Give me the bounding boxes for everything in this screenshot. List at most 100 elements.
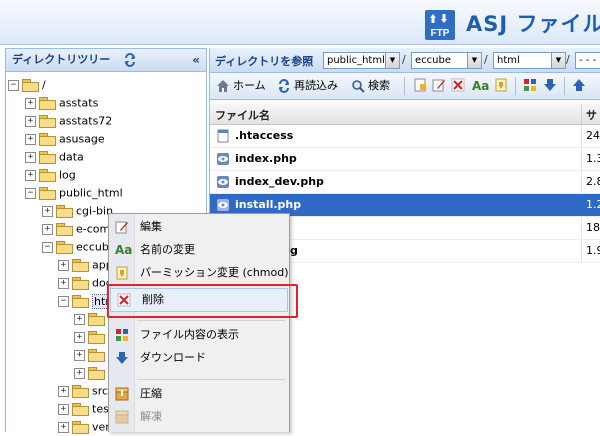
tree-node[interactable]: + src [58,382,108,399]
expand-toggle-icon[interactable]: + [42,223,53,235]
file-row[interactable]: index_dev.php 2.8 [210,171,600,194]
home-button[interactable]: ホーム [216,78,266,94]
permission-icon[interactable] [494,78,508,92]
expand-toggle-icon[interactable]: + [58,259,69,271]
dir-combo-2[interactable]: eccube ▼ [411,52,482,69]
expand-toggle-icon[interactable]: + [58,277,69,289]
edit-icon[interactable] [432,78,446,92]
file-row[interactable]: .htaccess 246 [210,125,600,148]
menu-item-view[interactable]: ファイル内容の表示 [109,324,289,346]
permission-icon [116,266,128,280]
expand-toggle-icon[interactable]: + [25,97,36,109]
toolbar: ホーム 再読込み 検索 Aa [210,73,600,100]
expand-toggle-icon[interactable]: + [42,205,53,217]
tree-node[interactable]: + log [25,166,76,183]
tree-node[interactable]: + app [58,256,113,273]
expand-toggle-icon[interactable]: + [58,403,69,415]
php-file-icon [217,199,229,211]
search-button[interactable]: 検索 [351,78,390,94]
menu-item-compress[interactable]: 圧縮 [109,383,289,405]
folder-icon [39,97,56,110]
reload-button[interactable]: 再読込み [277,78,338,94]
expand-toggle-icon[interactable]: + [74,367,85,379]
text-file-icon [217,129,229,143]
folder-icon [39,151,56,164]
file-grid-header: ファイル名 サ [210,104,600,125]
expand-toggle-icon[interactable]: + [25,169,36,181]
tree-panel-header: ディレクトリツリー « [6,49,206,72]
edit-icon [115,221,128,234]
tree-node[interactable]: − eccube [42,238,116,255]
chevron-down-icon[interactable]: ▼ [551,53,565,68]
collapse-panel-icon[interactable]: « [192,49,200,71]
folder-icon [56,205,73,218]
expand-toggle-icon[interactable]: + [74,349,85,361]
menu-separator [137,320,285,321]
refresh-tree-icon[interactable] [123,53,137,67]
tree-node[interactable]: + data [25,148,84,165]
upload-icon[interactable] [572,78,586,92]
path-separator: / [484,53,488,66]
tree-node[interactable]: + asusage [25,130,105,147]
tree-node[interactable]: − / [8,76,46,93]
column-size[interactable]: サ [586,107,597,123]
reload-icon [279,79,289,93]
folder-icon [88,367,105,380]
delete-icon[interactable] [451,78,465,92]
dir-combo-1[interactable]: public_html ▼ [323,52,400,69]
expand-toggle-icon[interactable]: + [25,115,36,127]
dir-combo-3[interactable]: html ▼ [493,52,566,69]
row-divider [581,240,582,262]
column-filename[interactable]: ファイル名 [215,107,270,123]
toolbar-divider [404,77,405,95]
menu-item-extract[interactable]: 解凍 [109,406,289,428]
view-icon[interactable] [523,78,537,92]
menu-item-chmod[interactable]: パーミッション変更 (chmod) [109,262,289,284]
expand-toggle-icon[interactable]: + [25,151,36,163]
chevron-down-icon[interactable]: ▼ [385,53,399,68]
rename-icon: Aa [115,243,133,257]
menu-item-rename[interactable]: Aa 名前の変更 [109,239,289,261]
app-title: ASJ ファイル [466,12,600,36]
folder-open-icon [39,187,56,200]
collapse-toggle-icon[interactable]: − [42,241,53,253]
php-file-icon [217,176,229,188]
tree-node[interactable]: + asstats [25,94,98,111]
highlight-annotation [107,284,298,318]
search-icon [352,80,365,93]
tree-node[interactable]: +t [74,328,112,345]
menu-item-download[interactable]: ダウンロード [109,347,289,369]
download-icon[interactable] [543,78,557,92]
rename-icon[interactable]: Aa [472,78,489,94]
tree-node[interactable]: + cgi-bin [42,202,113,219]
folder-icon [39,115,56,128]
toolbar-divider [515,77,516,95]
chevron-down-icon[interactable]: ▼ [467,53,481,68]
browse-label: ディレクトリを参照 [215,55,314,68]
expand-toggle-icon[interactable]: + [74,331,85,343]
folder-icon [88,331,105,344]
dir-combo-4[interactable]: - - - - [575,52,600,69]
row-divider [581,148,582,170]
folder-icon [39,133,56,146]
app-header: FTP ASJ ファイル [0,0,600,45]
tree-panel-title: ディレクトリツリー [12,53,111,66]
collapse-toggle-icon[interactable]: − [25,187,36,199]
folder-icon [56,223,73,236]
expand-toggle-icon[interactable]: + [58,385,69,397]
file-row[interactable]: index.php 1.3 [210,148,600,171]
new-file-icon[interactable] [413,78,427,92]
folder-open-icon [22,79,39,92]
collapse-toggle-icon[interactable]: − [58,295,69,307]
menu-item-edit[interactable]: 編集 [109,216,289,238]
expand-toggle-icon[interactable]: + [25,133,36,145]
tree-node[interactable]: − public_html [25,184,123,201]
folder-open-icon [56,241,73,254]
folder-open-icon [72,295,89,308]
expand-toggle-icon[interactable]: + [74,313,85,325]
toolbar-divider [564,77,565,95]
folder-icon [72,421,89,434]
row-divider [581,125,582,147]
tree-node[interactable]: + asstats72 [25,112,112,129]
collapse-toggle-icon[interactable]: − [8,79,19,91]
